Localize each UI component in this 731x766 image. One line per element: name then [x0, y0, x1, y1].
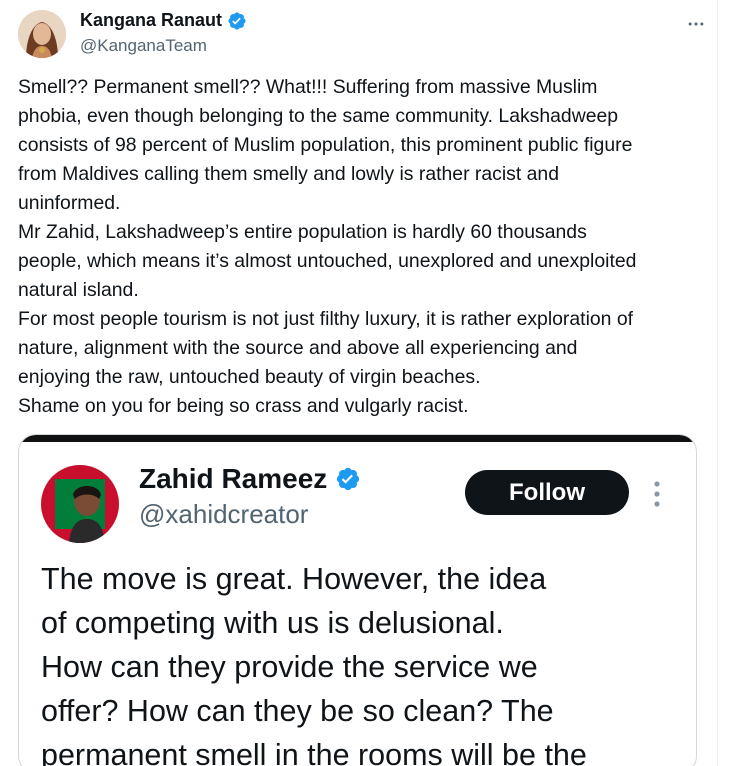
tweet-text-line: uninformed.: [18, 192, 121, 214]
tweet-text-line: consists of 98 percent of Muslim populat…: [18, 134, 633, 156]
attached-image[interactable]: Zahid Rameez @xahidcreator Follow The mo…: [18, 434, 697, 766]
tweet-text-line: from Maldives calling them smelly and lo…: [18, 163, 559, 185]
timeline-column-border: [717, 0, 731, 766]
more-horizontal-icon[interactable]: [684, 12, 708, 36]
screenshot-text-line: permanent smell in the rooms will be the: [41, 738, 587, 766]
screenshot-text-line: The move is great. However, the idea: [41, 562, 547, 596]
screenshot-text-line: offer? How can they be so clean? The: [41, 694, 554, 728]
tweet-text-line: For most people tourism is not just filt…: [18, 308, 633, 330]
author-avatar[interactable]: [18, 10, 66, 58]
screenshot-text-line: of competing with us is delusional.: [41, 606, 504, 640]
tweet-text-line: natural island.: [18, 279, 139, 301]
screenshot-author-avatar: [41, 465, 119, 543]
tweet-text-line: phobia, even though belonging to the sam…: [18, 105, 619, 127]
screenshot-text-line: How can they provide the service we: [41, 650, 538, 684]
tweet-header: Kangana Ranaut @KanganaTeam: [18, 8, 708, 60]
author-handle[interactable]: @KanganaTeam: [80, 36, 207, 56]
tweet-text-line: Shame on you for being so crass and vulg…: [18, 395, 469, 417]
screenshot-tweet-text: The move is great. However, the idea of …: [41, 557, 681, 766]
screenshot-author-handle: @xahidcreator: [139, 499, 309, 529]
author-display-name[interactable]: Kangana Ranaut: [80, 10, 222, 31]
screenshot-follow-button: Follow: [465, 470, 629, 515]
screenshot-verified-badge-icon: [335, 466, 361, 492]
tweet-text: Smell?? Permanent smell?? What!!! Suffer…: [18, 73, 708, 421]
tweet-text-line: people, which means it’s almost untouche…: [18, 250, 637, 272]
screenshot-author-name: Zahid Rameez: [139, 463, 328, 494]
image-top-bar: [19, 435, 696, 442]
tweet-text-line: nature, alignment with the source and ab…: [18, 337, 578, 359]
tweet-text-line: enjoying the raw, untouched beauty of vi…: [18, 366, 481, 388]
more-vertical-icon: [651, 479, 663, 509]
tweet-text-line: Mr Zahid, Lakshadweep’s entire populatio…: [18, 221, 587, 243]
tweet-text-line: Smell?? Permanent smell?? What!!! Suffer…: [18, 76, 598, 98]
verified-badge-icon: [227, 11, 247, 31]
